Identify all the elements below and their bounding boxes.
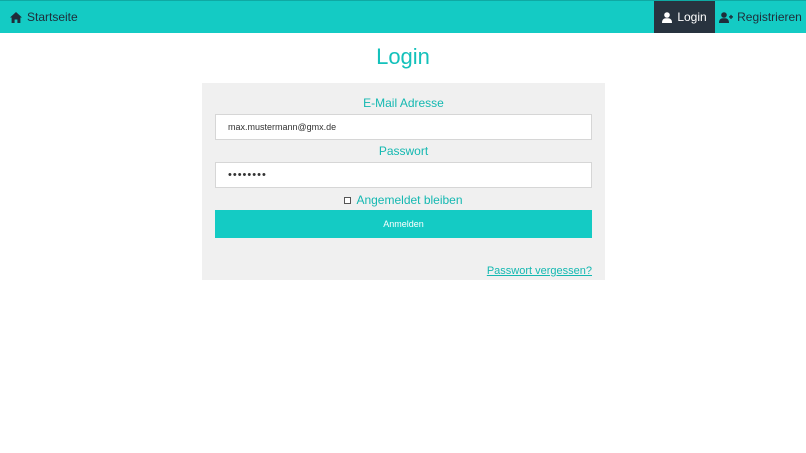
password-field[interactable]: [215, 162, 592, 188]
password-label: Passwort: [378, 144, 429, 158]
email-field[interactable]: [215, 114, 592, 140]
nav-home-label: Startseite: [27, 10, 78, 24]
home-icon: [10, 11, 22, 23]
remember-label[interactable]: Angemeldet bleiben: [356, 193, 462, 207]
nav-register-link[interactable]: Registrieren: [715, 1, 806, 33]
remember-me: Angemeldet bleiben: [202, 193, 605, 207]
login-panel: E-Mail Adresse Passwort Angemeldet bleib…: [202, 83, 605, 280]
login-button[interactable]: Anmelden: [215, 210, 592, 238]
remember-checkbox[interactable]: [344, 196, 352, 204]
nav-register-label: Registrieren: [737, 10, 802, 24]
user-plus-icon: [719, 11, 734, 23]
nav-login-link[interactable]: Login: [654, 1, 715, 33]
nav-home-link[interactable]: Startseite: [10, 1, 78, 33]
forgot-password-link[interactable]: Passwort vergessen?: [487, 265, 592, 277]
user-icon: [662, 11, 673, 23]
nav-login-label: Login: [677, 10, 707, 24]
page-title: Login: [376, 44, 430, 69]
top-navbar: Startseite Login Registrieren: [0, 0, 806, 33]
email-label: E-Mail Adresse: [363, 96, 444, 110]
